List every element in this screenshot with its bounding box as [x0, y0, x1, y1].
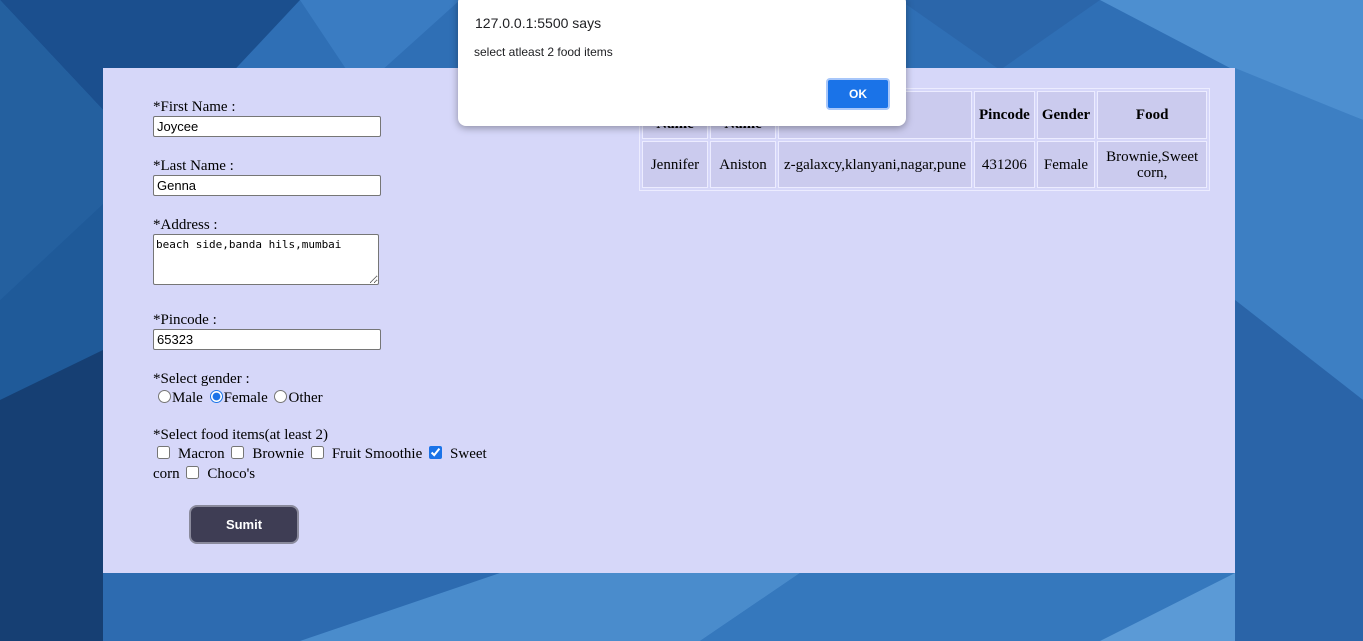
- food-label: *Select food items(at least 2): [153, 427, 328, 443]
- gender-radio-other[interactable]: [274, 390, 288, 403]
- cell-first-name: Jennifer: [642, 141, 708, 188]
- food-checkbox-brownie[interactable]: [231, 446, 245, 459]
- address-textarea[interactable]: beach side,banda hils,mumbai: [153, 234, 379, 285]
- cell-pincode: 431206: [974, 141, 1035, 188]
- food-label-macron[interactable]: Macron: [178, 446, 225, 462]
- gender-label-female[interactable]: Female: [224, 390, 268, 406]
- food-label-fruit-smoothie[interactable]: Fruit Smoothie: [332, 446, 422, 462]
- last-name-input[interactable]: [153, 175, 381, 196]
- food-checkbox-macron[interactable]: [157, 446, 170, 459]
- cell-address: z-galaxcy,klanyani,nagar,pune: [778, 141, 972, 188]
- food-options: Macron Brownie Fruit Smoothie Sweet corn…: [153, 444, 513, 484]
- gender-label: *Select gender :: [153, 371, 250, 387]
- dialog-message: select atleast 2 food items: [474, 45, 613, 59]
- gender-radio-female[interactable]: [209, 390, 223, 403]
- cell-food: Brownie,Sweet corn,: [1097, 141, 1208, 188]
- food-checkbox-sweet-corn[interactable]: [429, 446, 443, 459]
- dialog-title: 127.0.0.1:5500 says: [475, 15, 602, 31]
- ok-button[interactable]: OK: [826, 78, 890, 110]
- form-panel: *First Name : *Last Name : *Address : be…: [103, 68, 1235, 573]
- gender-radio-male[interactable]: [158, 390, 171, 403]
- cell-gender: Female: [1036, 141, 1096, 188]
- header-food: Food: [1097, 91, 1208, 139]
- first-name-input[interactable]: [153, 116, 381, 137]
- gender-options: Male Female Other: [153, 388, 513, 408]
- gender-label-other[interactable]: Other: [288, 390, 322, 406]
- pincode-label: *Pincode :: [153, 312, 217, 328]
- table-row: Jennifer Aniston z-galaxcy,klanyani,naga…: [642, 141, 1208, 188]
- header-gender: Gender: [1036, 91, 1096, 139]
- last-name-label: *Last Name :: [153, 158, 234, 174]
- food-label-brownie[interactable]: Brownie: [252, 446, 304, 462]
- address-label: *Address :: [153, 217, 218, 233]
- food-checkbox-chocos[interactable]: [186, 466, 200, 479]
- pincode-input[interactable]: [153, 329, 381, 350]
- food-checkbox-fruit-smoothie[interactable]: [310, 446, 324, 459]
- submit-button[interactable]: Sumit: [189, 505, 299, 544]
- alert-dialog: 127.0.0.1:5500 says select atleast 2 foo…: [458, 0, 906, 126]
- gender-label-male[interactable]: Male: [172, 390, 203, 406]
- cell-last-name: Aniston: [710, 141, 776, 188]
- registration-form: *First Name : *Last Name : *Address : be…: [153, 98, 513, 544]
- food-label-chocos[interactable]: Choco's: [207, 466, 255, 482]
- header-pincode: Pincode: [974, 91, 1035, 139]
